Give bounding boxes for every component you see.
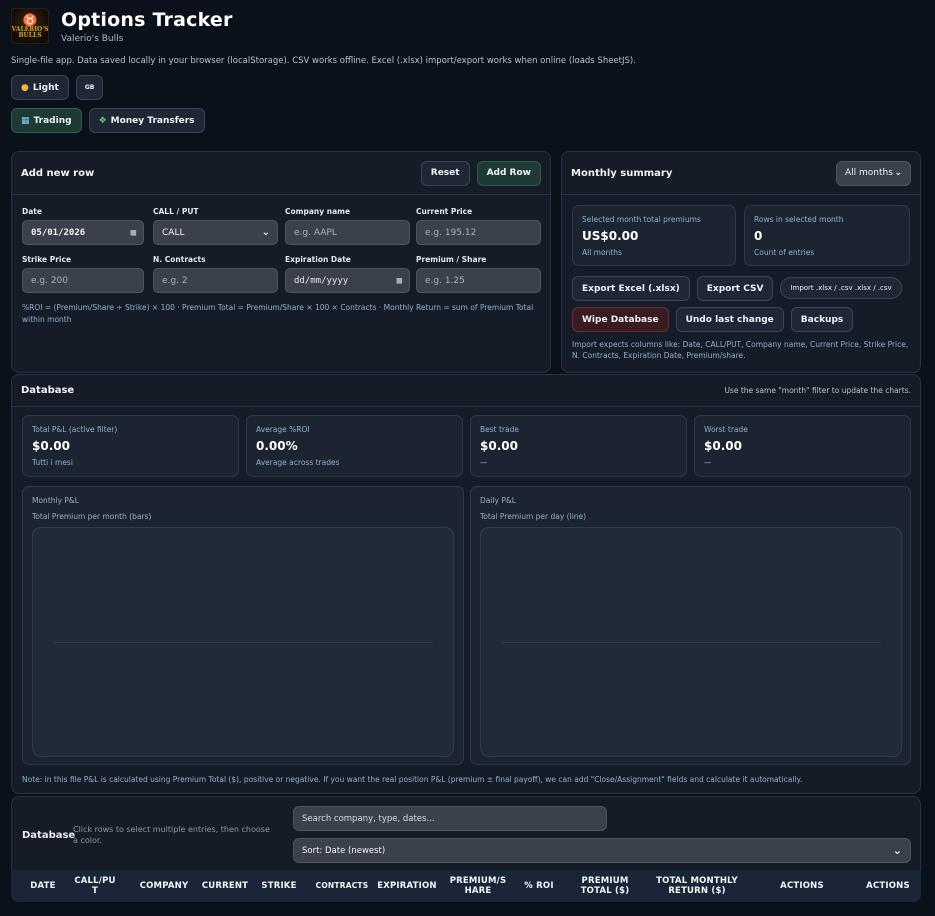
tab-trading[interactable]: ▦ Trading (11, 108, 82, 133)
premium-input[interactable]: e.g. 1.25 (416, 268, 541, 293)
import-button[interactable]: Import .xlsx / .csv .xlsx / .csv (780, 277, 902, 299)
chevron-down-icon: ⌄ (894, 168, 902, 178)
chart-baseline (501, 642, 881, 643)
col-date[interactable]: DATE (19, 870, 67, 902)
col-premium-share[interactable]: PREMIUM/S HARE (447, 870, 509, 902)
col-roi[interactable]: % ROI (517, 870, 561, 902)
export-csv-button[interactable]: Export CSV (696, 276, 774, 301)
monthly-pnl-title: Monthly P&L (32, 496, 79, 505)
search-input[interactable]: Search company, type, dates... (293, 806, 607, 831)
col-strike[interactable]: STRIKE (257, 870, 301, 902)
tab-money-transfers[interactable]: ❖ Money Transfers (88, 108, 205, 133)
col-current[interactable]: CURRENT (199, 870, 251, 902)
daily-pnl-chart (480, 527, 902, 757)
stat-total-pnl: Total P&L (active filter) $0.00 Tutti i … (22, 415, 239, 477)
col-actions[interactable]: ACTIONS (767, 870, 837, 902)
month-total-card: Selected month total premiums US$0.00 Al… (572, 205, 736, 266)
premium-label: Premium / Share (416, 255, 487, 264)
import-note: Import expects columns like: Date, CALL/… (572, 340, 909, 360)
bull-icon: ♉ (22, 12, 38, 27)
price-label: Current Price (416, 207, 473, 216)
date-input[interactable]: 05/01/2026 ▦ (22, 220, 144, 245)
col-premium-total[interactable]: PREMIUM TOTAL ($) (573, 870, 637, 902)
col-expiration[interactable]: EXPIRATION (375, 870, 439, 902)
reset-button[interactable]: Reset (420, 160, 470, 186)
theme-toggle-button[interactable]: ● Light (11, 75, 69, 100)
sun-icon: ● (21, 82, 29, 93)
month-rows-card: Rows in selected month 0 Count of entrie… (744, 205, 910, 266)
monthly-pnl-card: Monthly P&L Total Premium per month (bar… (22, 486, 464, 765)
export-excel-button[interactable]: Export Excel (.xlsx) (572, 276, 690, 301)
col-callput[interactable]: CALL/PU T (73, 870, 117, 902)
app-logo: ♉ VALERIO'S BULLS (11, 8, 49, 44)
add-row-button[interactable]: Add Row (476, 160, 541, 186)
add-row-panel: Add new row Reset Add Row Date 05/01/202… (11, 151, 551, 373)
contracts-input[interactable]: e.g. 2 (153, 268, 278, 293)
table-hint: Click rows to select multiple entries, t… (73, 825, 270, 845)
date-label: Date (22, 207, 42, 216)
monthly-summary-panel: Monthly summary All months ⌄ Selected mo… (561, 151, 921, 373)
col-contracts[interactable]: CONTRACTS (313, 870, 371, 902)
callput-select[interactable]: CALL ⌄ (153, 220, 278, 245)
app-subtitle: Valerio's Bulls (61, 33, 124, 44)
app-note: Single-file app. Data saved locally in y… (11, 56, 636, 66)
pnl-footnote: Note: in this file P&L is calculated usi… (22, 775, 803, 784)
backups-button[interactable]: Backups (790, 307, 854, 332)
logo-text: VALERIO'S BULLS (11, 25, 49, 39)
daily-pnl-subtitle: Total Premium per day (line) (480, 512, 587, 521)
col-company[interactable]: COMPANY (133, 870, 195, 902)
current-price-input[interactable]: e.g. 195.12 (416, 220, 541, 245)
daily-pnl-title: Daily P&L (480, 496, 516, 505)
table-title: Database (22, 830, 76, 841)
stat-worst-trade: Worst trade $0.00 — (694, 415, 911, 477)
database-hint: Use the same "month" filter to update th… (724, 386, 911, 395)
strike-input[interactable]: e.g. 200 (22, 268, 144, 293)
database-title: Database (21, 385, 75, 396)
month-filter-select[interactable]: All months ⌄ (836, 160, 911, 186)
add-row-title: Add new row (21, 167, 95, 179)
language-button[interactable]: GB (75, 75, 104, 100)
strike-label: Strike Price (22, 255, 72, 264)
expiration-input[interactable]: dd/mm/yyyy ▦ (285, 268, 410, 293)
money-icon: ❖ (98, 115, 107, 126)
chart-icon: ▦ (21, 115, 30, 126)
col-monthly-return[interactable]: TOTAL MONTHLY RETURN ($) (647, 870, 747, 902)
col-actions-2[interactable]: ACTIONS (857, 870, 919, 902)
app-title: Options Tracker (61, 8, 233, 31)
company-label: Company name (285, 207, 351, 216)
sort-select[interactable]: Sort: Date (newest) ⌄ (293, 838, 911, 863)
company-input[interactable]: e.g. AAPL (285, 220, 410, 245)
month-rows-value: 0 (754, 229, 763, 243)
chevron-down-icon: ⌄ (892, 844, 902, 857)
formula-note: %ROI = (Premium/Share ÷ Strike) × 100 · … (22, 303, 534, 324)
monthly-pnl-subtitle: Total Premium per month (bars) (32, 512, 152, 521)
calendar-icon: ▦ (396, 275, 402, 286)
contracts-label: N. Contracts (153, 255, 206, 264)
expiration-label: Expiration Date (285, 255, 351, 264)
stat-best-trade: Best trade $0.00 — (470, 415, 687, 477)
monthly-pnl-chart (32, 527, 454, 757)
chart-baseline (53, 642, 433, 643)
month-total-value: US$0.00 (582, 229, 639, 243)
callput-label: CALL / PUT (153, 207, 199, 216)
table-header: DATE CALL/PU T COMPANY CURRENT STRIKE CO… (11, 870, 921, 902)
app-header: ♉ VALERIO'S BULLS Options Tracker Valeri… (11, 8, 233, 44)
chevron-down-icon: ⌄ (261, 227, 270, 238)
daily-pnl-card: Daily P&L Total Premium per day (line) (470, 486, 911, 765)
stat-average-roi: Average %ROI 0.00% Average across trades (246, 415, 463, 477)
calendar-icon: ▦ (130, 227, 136, 238)
monthly-summary-title: Monthly summary (571, 167, 673, 179)
wipe-database-button[interactable]: Wipe Database (572, 307, 669, 332)
database-panel: Database Use the same "month" filter to … (11, 374, 921, 794)
undo-button[interactable]: Undo last change (675, 307, 784, 332)
